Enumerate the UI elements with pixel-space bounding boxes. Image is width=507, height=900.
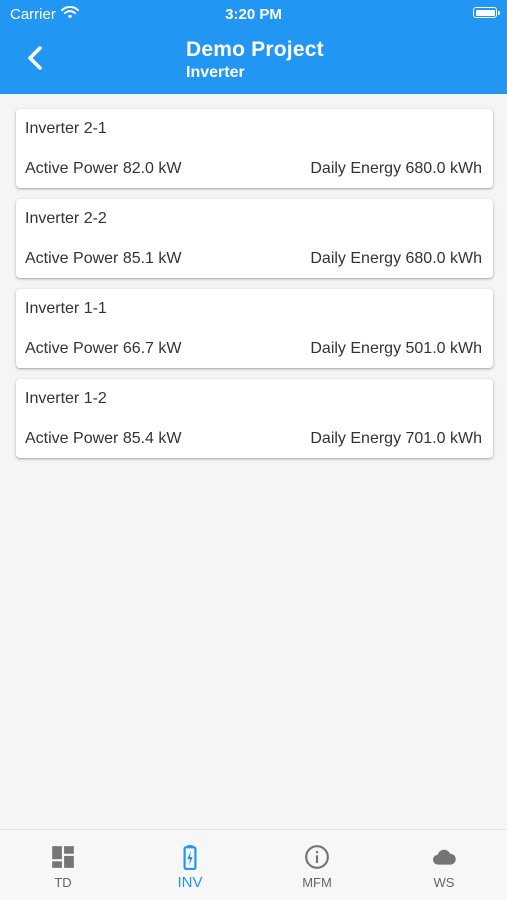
bottom-tab-bar: TD INV MFM WS — [0, 829, 507, 900]
daily-energy: Daily Energy 680.0 kWh — [310, 160, 482, 177]
active-power: Active Power 82.0 kW — [25, 160, 182, 177]
tab-label: WS — [433, 875, 455, 890]
daily-energy: Daily Energy 501.0 kWh — [310, 340, 482, 357]
inverter-name: Inverter 2-1 — [25, 120, 107, 137]
tab-label: TD — [54, 875, 72, 890]
inverter-name: Inverter 1-2 — [25, 390, 107, 407]
inverter-name: Inverter 1-1 — [25, 300, 107, 317]
inverter-name: Inverter 2-2 — [25, 210, 107, 227]
dashboard-icon — [52, 846, 74, 868]
info-icon — [305, 845, 329, 869]
tab-mfm[interactable]: MFM — [254, 830, 380, 900]
page-subtitle: Inverter — [186, 64, 245, 81]
daily-energy: Daily Energy 701.0 kWh — [310, 430, 482, 447]
tab-label: MFM — [302, 875, 332, 890]
tab-td[interactable]: TD — [0, 830, 126, 900]
inverter-list: Inverter 2-1 Active Power 82.0 kW Daily … — [16, 109, 493, 469]
battery-charging-icon — [183, 845, 197, 870]
tab-inv[interactable]: INV — [127, 830, 253, 900]
status-bar: Carrier 3:20 PM — [0, 0, 507, 28]
daily-energy: Daily Energy 680.0 kWh — [310, 250, 482, 267]
title-block: Demo Project Inverter — [186, 38, 324, 82]
inverter-card[interactable]: Inverter 1-2 Active Power 85.4 kW Daily … — [16, 379, 493, 458]
chevron-left-icon — [28, 46, 42, 70]
battery-icon — [473, 7, 500, 18]
inverter-card[interactable]: Inverter 1-1 Active Power 66.7 kW Daily … — [16, 289, 493, 368]
tab-label: INV — [177, 874, 203, 891]
active-power: Active Power 85.4 kW — [25, 430, 182, 447]
tab-ws[interactable]: WS — [381, 830, 507, 900]
active-power: Active Power 85.1 kW — [25, 250, 182, 267]
clock: 3:20 PM — [225, 6, 282, 23]
cloud-icon — [433, 849, 456, 865]
back-button[interactable] — [18, 40, 54, 76]
app-header: Carrier 3:20 PM Demo Project Inverter — [0, 0, 507, 94]
inverter-card[interactable]: Inverter 2-1 Active Power 82.0 kW Daily … — [16, 109, 493, 188]
page-title: Demo Project — [186, 38, 324, 61]
inverter-card[interactable]: Inverter 2-2 Active Power 85.1 kW Daily … — [16, 199, 493, 278]
active-power: Active Power 66.7 kW — [25, 340, 182, 357]
